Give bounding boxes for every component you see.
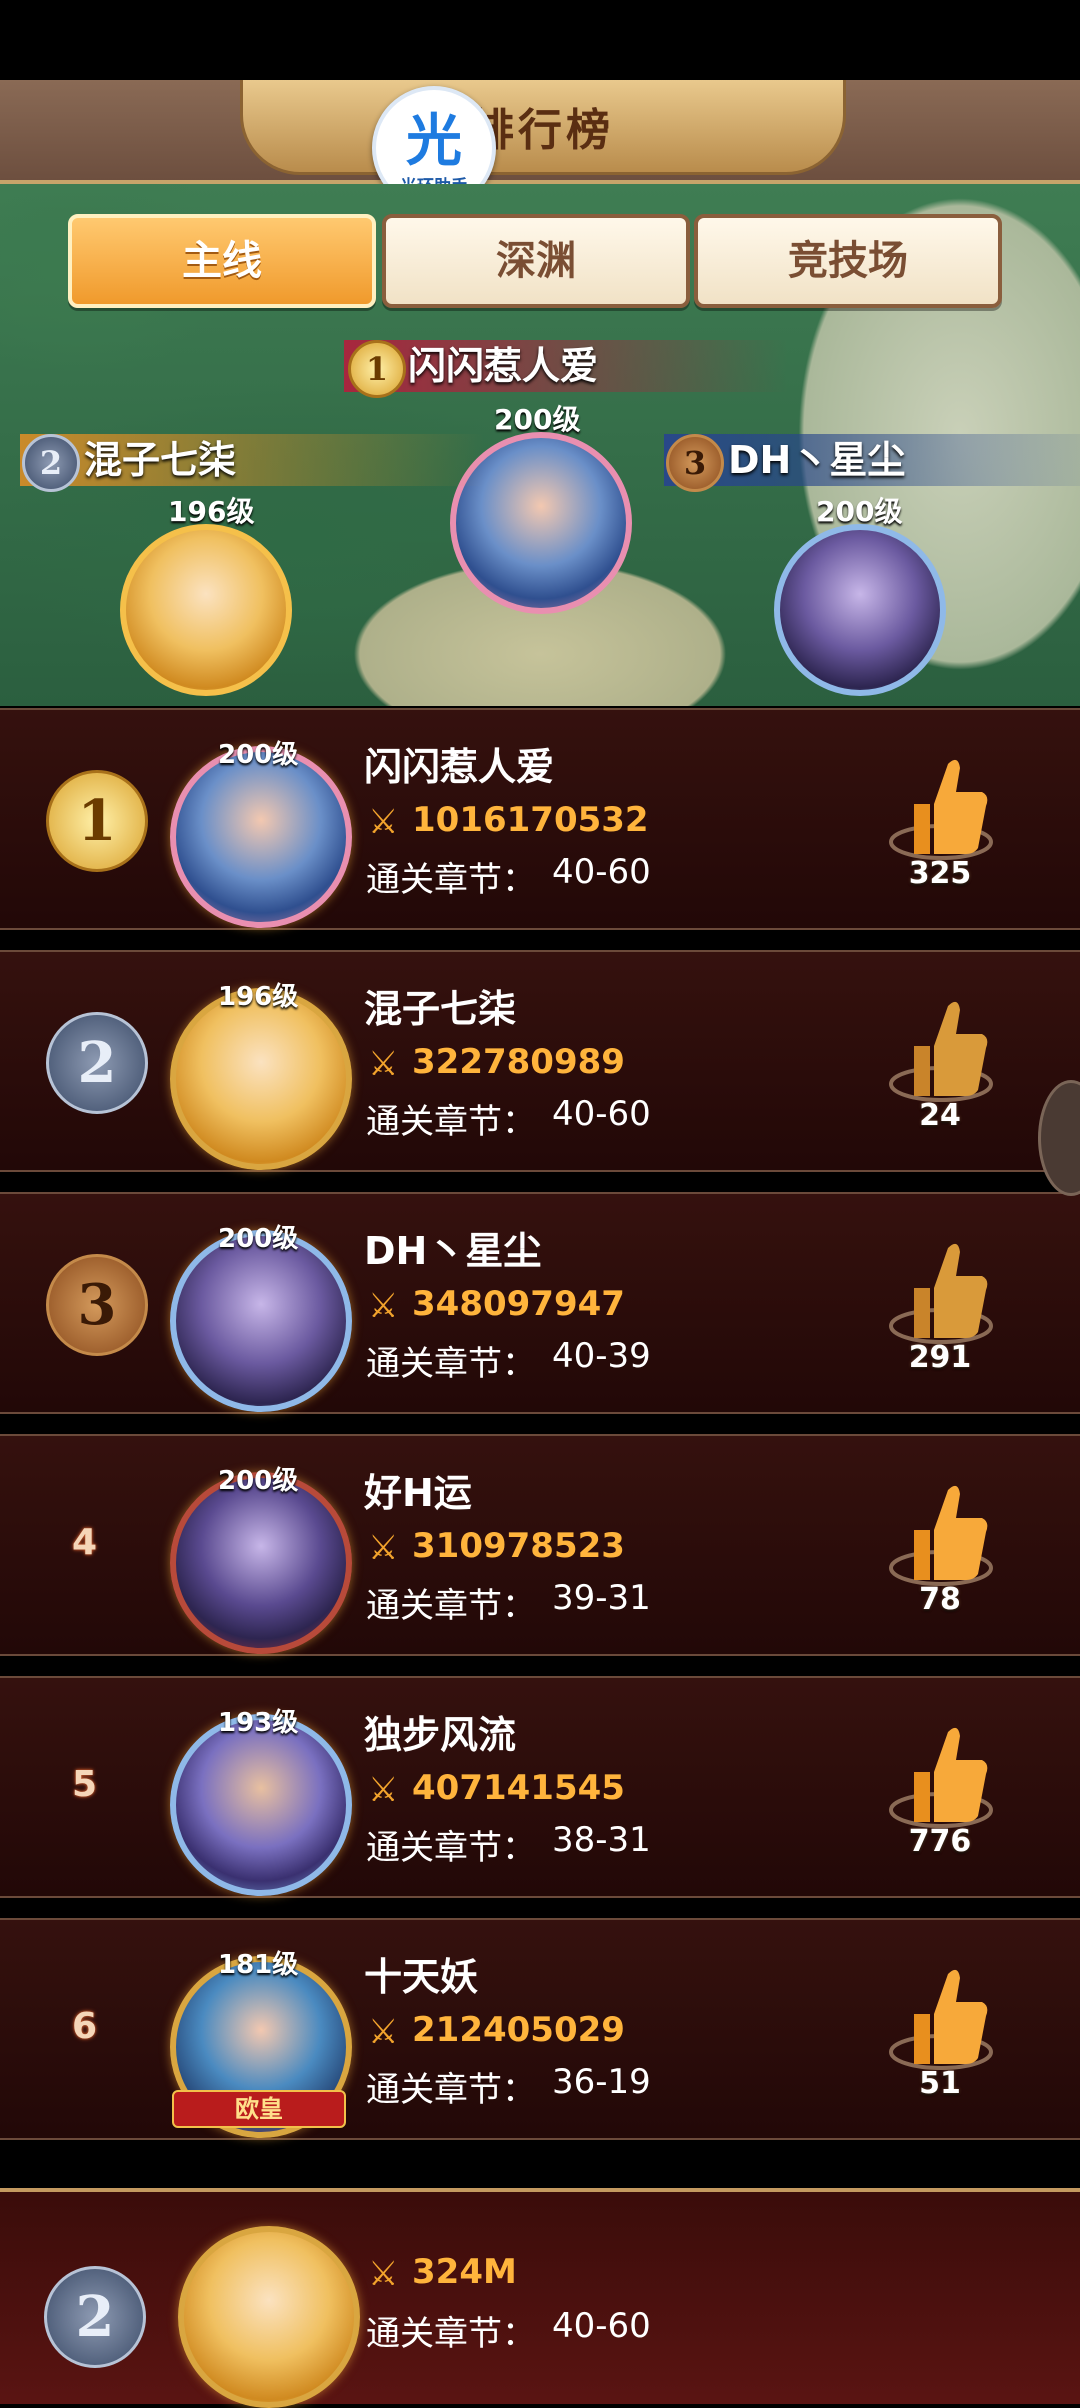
my-rank-row: 2 ⚔ 324M 通关章节： 40-60 xyxy=(0,2188,1080,2408)
chapter-label: 通关章节： xyxy=(366,1586,536,1626)
crossed-swords-icon: ⚔ xyxy=(368,2254,399,2294)
crossed-swords-icon: ⚔ xyxy=(368,1528,399,1568)
header-bar: 排行榜 光 光环助手 ⮘ xyxy=(0,80,1080,243)
rank-number: 4 xyxy=(72,1522,98,1563)
podium-area: 主线 深渊 竞技场 闪闪惹人爱 1 200级 混子七柒 2 196级 DH丶星尘… xyxy=(0,184,1080,706)
chapter-label: 通关章节： xyxy=(366,1344,536,1384)
player-avatar[interactable] xyxy=(170,988,352,1170)
player-avatar[interactable] xyxy=(170,746,352,928)
rank-badge: 3 xyxy=(46,1254,148,1356)
like-count: 51 xyxy=(919,2066,961,2101)
player-level: 200级 xyxy=(218,740,299,770)
tab-abyss[interactable]: 深渊 xyxy=(382,214,690,308)
player-avatar[interactable] xyxy=(170,1714,352,1896)
crossed-swords-icon: ⚔ xyxy=(368,2012,399,2052)
chapter-label: 通关章节： xyxy=(366,1828,536,1868)
chapter-label: 通关章节： xyxy=(366,1102,536,1142)
player-level: 193级 xyxy=(218,1708,299,1738)
podium-second-name: 混子七柒 xyxy=(20,434,484,486)
rank-row[interactable]: 1 200级 闪闪惹人爱 ⚔ 1016170532 通关章节： 40-60 32… xyxy=(0,708,1080,930)
rank-row[interactable]: 5 193级 独步风流 ⚔ 407141545 通关章节： 38-31 776 xyxy=(0,1676,1080,1898)
chapter-label: 通关章节： xyxy=(366,860,536,900)
like-count: 325 xyxy=(908,856,972,891)
helper-badge-glyph: 光 xyxy=(406,109,462,174)
player-avatar[interactable] xyxy=(170,1230,352,1412)
podium-second-rank-badge: 2 xyxy=(22,434,80,492)
crossed-swords-icon: ⚔ xyxy=(368,1286,399,1326)
thumbs-up-icon[interactable] xyxy=(886,1228,996,1358)
podium-third-avatar[interactable] xyxy=(774,524,946,696)
my-combat-power: 324M xyxy=(412,2252,517,2292)
crossed-swords-icon: ⚔ xyxy=(368,1044,399,1084)
rank-row[interactable]: 6 181级 欧皇 十天妖 ⚔ 212405029 通关章节： 36-19 51 xyxy=(0,1918,1080,2140)
chapter-value: 40-39 xyxy=(552,1336,651,1376)
combat-power: 310978523 xyxy=(412,1526,625,1566)
my-avatar[interactable] xyxy=(178,2226,360,2408)
rank-badge: 1 xyxy=(46,770,148,872)
player-name: DH丶星尘 xyxy=(364,1229,542,1273)
rank-row[interactable]: 2 196级 混子七柒 ⚔ 322780989 通关章节： 40-60 24 xyxy=(0,950,1080,1172)
thumbs-up-icon[interactable] xyxy=(886,986,996,1116)
rank-row[interactable]: 3 200级 DH丶星尘 ⚔ 348097947 通关章节： 40-39 291 xyxy=(0,1192,1080,1414)
combat-power: 1016170532 xyxy=(412,800,649,840)
player-level: 196级 xyxy=(218,982,299,1012)
combat-power: 322780989 xyxy=(412,1042,625,1082)
rank-number: 6 xyxy=(72,2006,98,2047)
crossed-swords-icon: ⚔ xyxy=(368,1770,399,1810)
crossed-swords-icon: ⚔ xyxy=(368,802,399,842)
player-name: 混子七柒 xyxy=(364,987,517,1031)
chapter-value: 40-60 xyxy=(552,1094,651,1134)
player-level: 200级 xyxy=(218,1224,299,1254)
rank-row[interactable]: 4 200级 好H运 ⚔ 310978523 通关章节： 39-31 78 xyxy=(0,1434,1080,1656)
thumbs-up-icon[interactable] xyxy=(886,744,996,874)
rank-badge: 2 xyxy=(46,1012,148,1114)
player-name: 十天妖 xyxy=(364,1955,479,1999)
podium-third-rank-badge: 3 xyxy=(666,434,724,492)
like-count: 78 xyxy=(919,1582,961,1617)
thumbs-up-icon[interactable] xyxy=(886,1712,996,1842)
player-avatar[interactable] xyxy=(170,1472,352,1654)
combat-power: 212405029 xyxy=(412,2010,625,2050)
tab-arena[interactable]: 竞技场 xyxy=(694,214,1002,308)
chapter-value: 38-31 xyxy=(552,1820,651,1860)
player-name: 独步风流 xyxy=(364,1713,517,1757)
combat-power: 348097947 xyxy=(412,1284,625,1324)
tab-arena-label: 竞技场 xyxy=(788,238,908,284)
title-banner: 欧皇 xyxy=(172,2090,346,2128)
chapter-value: 40-60 xyxy=(552,852,651,892)
player-level: 200级 xyxy=(218,1466,299,1496)
tab-main[interactable]: 主线 xyxy=(68,214,376,308)
thumbs-up-icon[interactable] xyxy=(886,1470,996,1600)
chapter-value: 36-19 xyxy=(552,2062,651,2102)
tab-abyss-label: 深渊 xyxy=(496,238,576,284)
rank-number: 5 xyxy=(72,1764,98,1805)
podium-second-avatar[interactable] xyxy=(120,524,292,696)
status-bar xyxy=(0,0,1080,80)
my-chapter-value: 40-60 xyxy=(552,2306,651,2346)
my-rank-badge: 2 xyxy=(44,2266,146,2368)
chapter-value: 39-31 xyxy=(552,1578,651,1618)
like-count: 24 xyxy=(919,1098,961,1133)
player-level: 181级 xyxy=(218,1950,299,1980)
player-name: 好H运 xyxy=(364,1471,472,1515)
podium-first-rank-badge: 1 xyxy=(348,340,406,398)
thumbs-up-icon[interactable] xyxy=(886,1954,996,2084)
like-count: 776 xyxy=(908,1824,972,1859)
chapter-label: 通关章节： xyxy=(366,2070,536,2110)
like-count: 291 xyxy=(908,1340,972,1375)
tab-main-label: 主线 xyxy=(182,238,262,284)
my-chapter-label: 通关章节： xyxy=(366,2314,536,2354)
combat-power: 407141545 xyxy=(412,1768,625,1808)
podium-third-name: DH丶星尘 xyxy=(664,434,1080,486)
player-name: 闪闪惹人爱 xyxy=(364,745,555,789)
podium-first-name: 闪闪惹人爱 xyxy=(344,340,788,392)
